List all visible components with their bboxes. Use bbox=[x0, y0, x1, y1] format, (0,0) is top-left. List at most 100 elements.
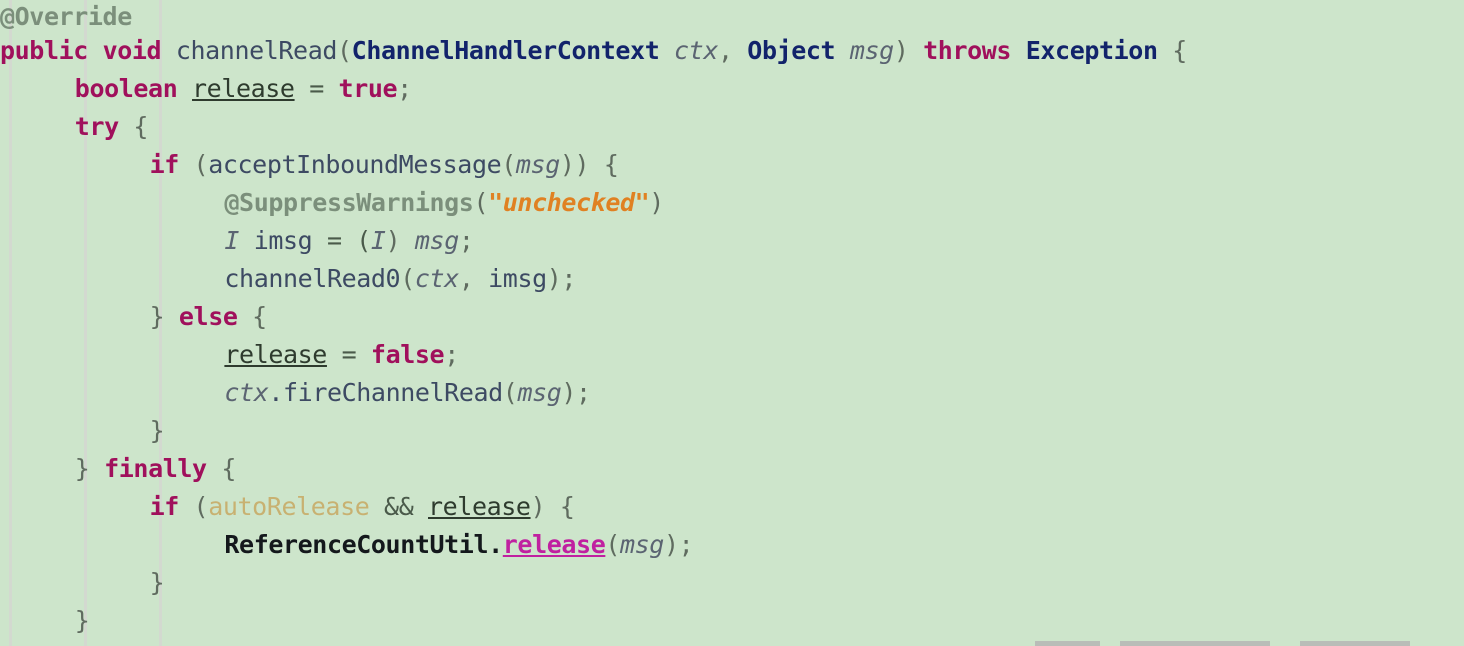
token-punc: ( bbox=[178, 492, 209, 521]
token-punc: ( bbox=[337, 36, 352, 65]
token-annot: @Override bbox=[0, 2, 132, 31]
token-param: I bbox=[370, 226, 386, 255]
token-keyword: if bbox=[149, 492, 180, 521]
token-punc: { bbox=[237, 302, 267, 331]
code-line[interactable]: boolean release = true; bbox=[0, 70, 1464, 108]
code-line[interactable]: if (autoRelease && release) { bbox=[0, 488, 1464, 526]
token-punc: ); bbox=[663, 530, 694, 559]
token-param: msg bbox=[849, 36, 894, 65]
token-punc: ) { bbox=[530, 492, 575, 521]
token-keyword: else bbox=[178, 302, 238, 331]
token-field: autoRelease bbox=[208, 492, 370, 521]
token-punc: ; bbox=[458, 226, 474, 255]
token-punc: { bbox=[118, 112, 149, 141]
token-punc: , bbox=[458, 264, 489, 293]
token-plain: channelRead0 bbox=[224, 264, 401, 293]
token-punc: ( bbox=[501, 150, 516, 179]
code-line[interactable]: ReferenceCountUtil.release(msg); bbox=[0, 526, 1464, 564]
token-type: Exception bbox=[1025, 36, 1158, 65]
token-punc: ) bbox=[385, 226, 415, 255]
token-class: ReferenceCountUtil bbox=[224, 530, 489, 559]
token-local: release bbox=[428, 492, 531, 521]
token-plain: channelRead bbox=[175, 36, 338, 65]
token-keyword: if bbox=[149, 150, 180, 179]
token-param: ctx bbox=[224, 378, 269, 407]
code-line[interactable]: @SuppressWarnings("unchecked") bbox=[0, 184, 1464, 222]
code-line[interactable]: @Override bbox=[0, 0, 1464, 32]
code-line[interactable]: if (acceptInboundMessage(msg)) { bbox=[0, 146, 1464, 184]
code-line[interactable]: } bbox=[0, 412, 1464, 450]
code-line[interactable]: } bbox=[0, 602, 1464, 640]
token-keyword: finally bbox=[104, 454, 207, 483]
token-keyword: public bbox=[0, 36, 88, 65]
token-plain: acceptInboundMessage bbox=[208, 150, 502, 179]
code-listing[interactable]: @Override public void channelRead(Channel… bbox=[0, 0, 1464, 646]
token-punc: ) bbox=[649, 188, 664, 217]
token-punc: ( bbox=[473, 188, 489, 217]
token-class: . bbox=[488, 530, 503, 559]
token-annot: @SuppressWarnings bbox=[224, 188, 474, 217]
token-keyword: true bbox=[338, 74, 398, 103]
token-op: = ( bbox=[312, 226, 371, 255]
token-punc: } bbox=[149, 416, 165, 445]
token-punc: { bbox=[206, 454, 236, 483]
token-keyword: void bbox=[102, 36, 162, 65]
token-punc: ); bbox=[561, 378, 591, 407]
bottom-bar-0 bbox=[1035, 641, 1100, 646]
token-plain: imsg bbox=[253, 226, 313, 255]
token-punc: } bbox=[149, 568, 165, 597]
token-punc: ; bbox=[397, 74, 412, 103]
bottom-bar-1 bbox=[1120, 641, 1270, 646]
bottom-bar-2 bbox=[1300, 641, 1410, 646]
token-punc: ( bbox=[502, 378, 518, 407]
token-punc: ( bbox=[400, 264, 415, 293]
code-line[interactable]: } finally { bbox=[0, 450, 1464, 488]
code-line[interactable]: ctx.fireChannelRead(msg); bbox=[0, 374, 1464, 412]
code-line[interactable]: } bbox=[0, 564, 1464, 602]
token-op: && bbox=[369, 492, 428, 521]
code-viewer[interactable]: @Override public void channelRead(Channel… bbox=[0, 0, 1464, 646]
code-line[interactable]: I imsg = (I) msg; bbox=[0, 222, 1464, 260]
token-keyword: false bbox=[370, 340, 445, 369]
token-param: ctx bbox=[414, 264, 459, 293]
token-punc: ( bbox=[605, 530, 620, 559]
token-punc: ); bbox=[546, 264, 577, 293]
code-line[interactable]: } else { bbox=[0, 298, 1464, 336]
token-punc: , bbox=[717, 36, 748, 65]
token-param: msg bbox=[515, 150, 560, 179]
token-plain: imsg bbox=[488, 264, 547, 293]
token-local: release bbox=[192, 74, 295, 103]
token-punc: } bbox=[74, 454, 105, 483]
code-line[interactable]: public void channelRead(ChannelHandlerCo… bbox=[0, 32, 1464, 70]
code-line[interactable]: channelRead0(ctx, imsg); bbox=[0, 260, 1464, 298]
token-punc: ; bbox=[444, 340, 459, 369]
token-type: ChannelHandlerContext bbox=[351, 36, 660, 65]
token-param: msg bbox=[517, 378, 562, 407]
token-plain: .fireChannelRead bbox=[268, 378, 503, 407]
token-punc: ) bbox=[893, 36, 924, 65]
token-punc: } bbox=[149, 302, 179, 331]
token-keyword: throws bbox=[923, 36, 1012, 65]
token-type: Object bbox=[747, 36, 836, 65]
token-punc: } bbox=[74, 606, 90, 635]
token-punc: { bbox=[1157, 36, 1187, 65]
token-keyword: try bbox=[74, 112, 119, 141]
token-op: = bbox=[294, 74, 339, 103]
token-punc: )) { bbox=[559, 150, 619, 179]
token-static: release bbox=[502, 530, 606, 559]
token-punc: ( bbox=[178, 150, 209, 179]
token-keyword: boolean bbox=[74, 74, 178, 103]
code-line[interactable]: release = false; bbox=[0, 336, 1464, 374]
token-local: release bbox=[224, 340, 327, 369]
token-op: = bbox=[326, 340, 371, 369]
code-line[interactable]: try { bbox=[0, 108, 1464, 146]
token-param: msg bbox=[414, 226, 459, 255]
token-param: ctx bbox=[674, 36, 718, 65]
